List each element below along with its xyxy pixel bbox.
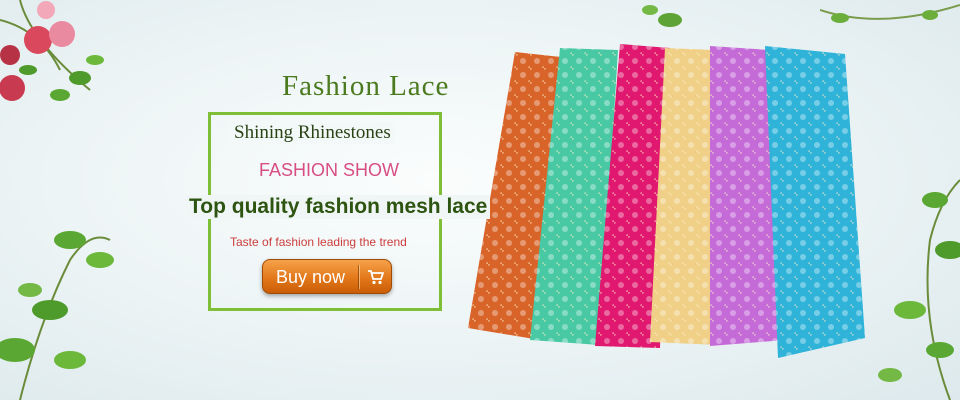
buy-now-button[interactable]: Buy now [262, 259, 392, 294]
slogan-text: Taste of fashion leading the trend [230, 235, 407, 249]
headline-text: Top quality fashion mesh lace [186, 195, 491, 219]
button-divider [358, 265, 359, 289]
cart-icon [368, 270, 384, 285]
lace-fabric-stack-image [468, 44, 865, 358]
vine-top-center-decoration [642, 5, 682, 27]
fabric-turquoise [765, 46, 865, 358]
banner-title: Fashion Lace [282, 70, 450, 102]
vine-left-decoration [0, 231, 114, 400]
fashion-show-text: FASHION SHOW [259, 160, 400, 180]
flowers-top-left-decoration [0, 0, 104, 101]
buy-now-label: Buy now [276, 267, 346, 287]
tagline-text: Shining Rhinestones [230, 122, 395, 144]
product-banner: Fashion Lace Shining Rhinestones FASHION… [0, 0, 960, 400]
